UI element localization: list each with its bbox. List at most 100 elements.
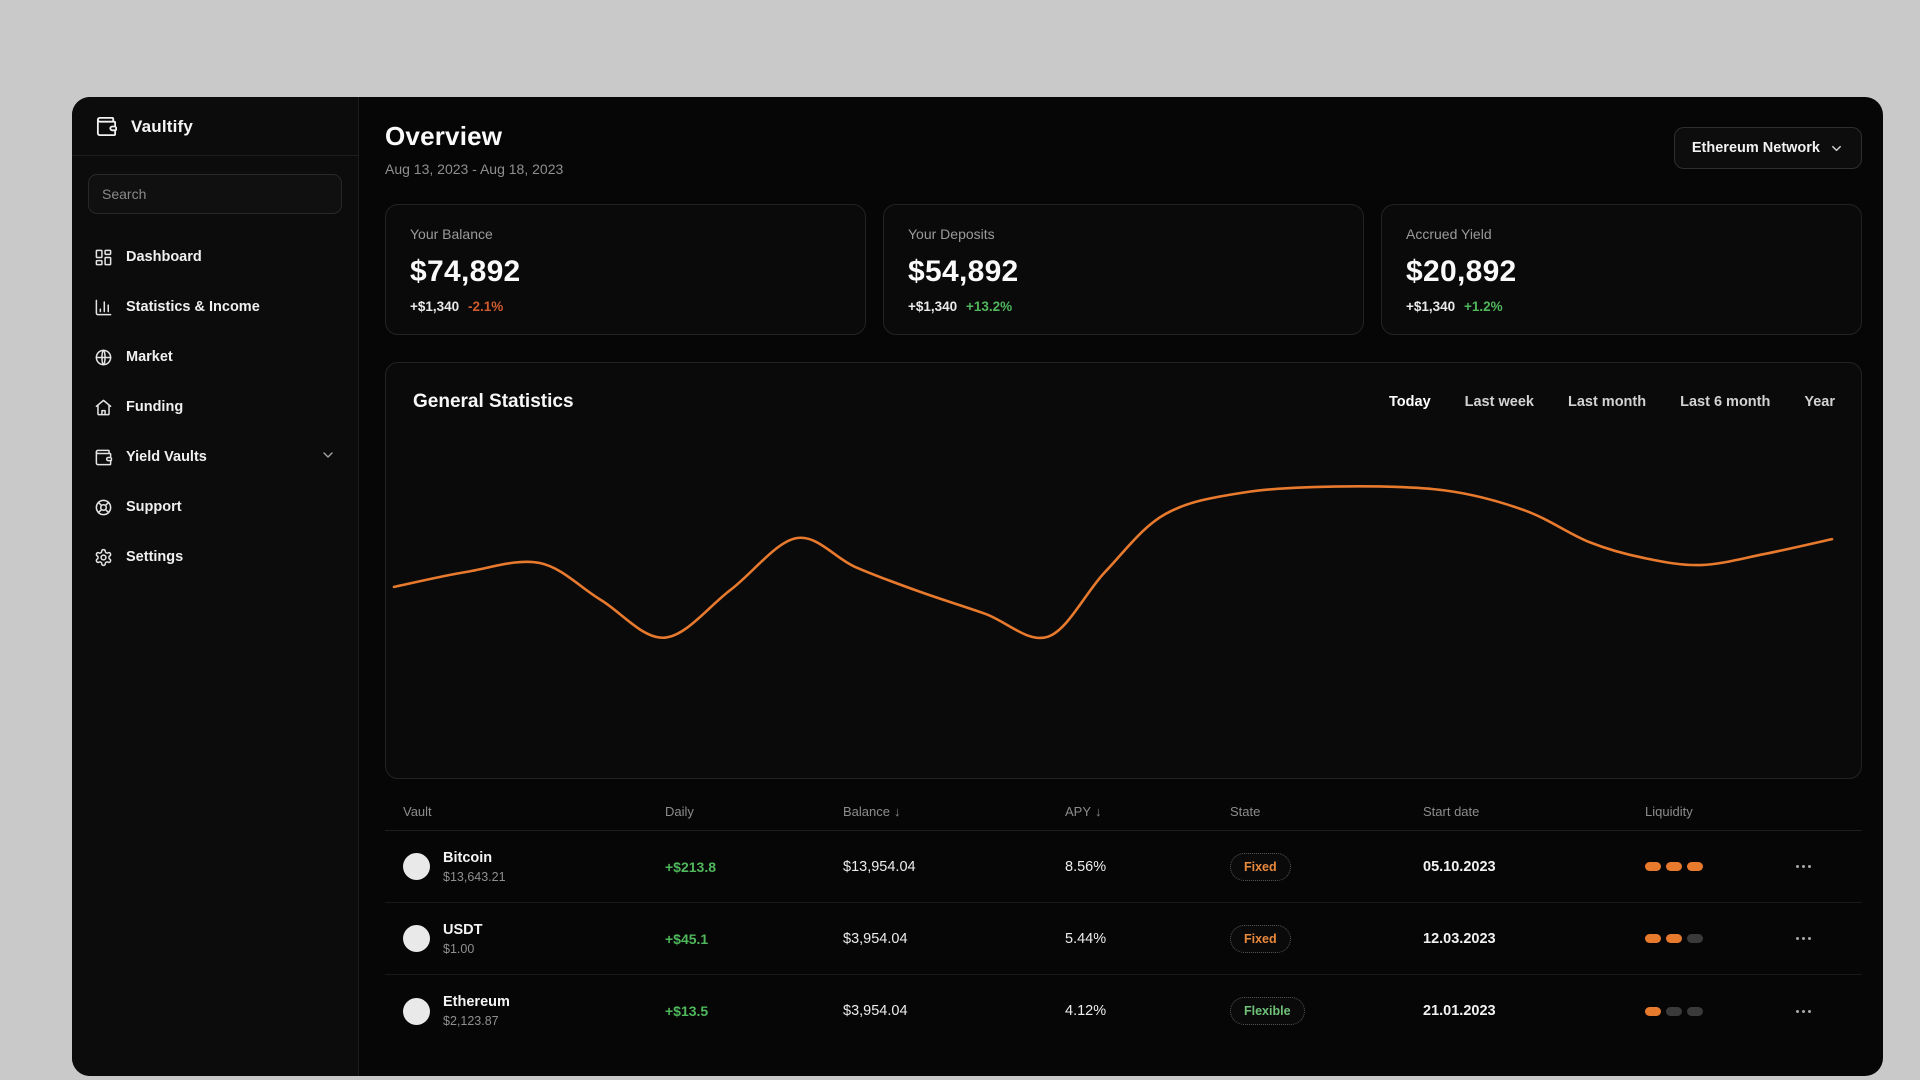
stat-card-value: $74,892 [410,255,521,288]
state-badge: Flexible [1230,997,1305,1025]
vaults-table: Vault Daily Balance ↓ APY ↓ State Start da… [385,792,1862,1047]
chart-title: General Statistics [413,391,574,412]
balance-value: $13,954.04 [843,858,916,875]
line-chart [392,485,1834,640]
col-balance[interactable]: Balance ↓ [843,804,1065,819]
apy-value: 4.12% [1065,1003,1107,1019]
start-date: 21.01.2023 [1423,1003,1496,1019]
stat-card-label: Your Deposits [908,226,995,242]
col-apy[interactable]: APY ↓ [1065,804,1230,819]
change-percent: +1.2% [1463,299,1503,314]
sidebar-item-support[interactable]: Support [72,482,358,532]
home-icon [95,399,112,415]
table-row-usdt[interactable]: USDT $1.00 +$45.1 $3,954.04 5.44% Fixed … [385,903,1862,975]
daily-change: +$213.8 [665,858,716,875]
search-box [88,174,342,214]
sidebar-item-label: Funding [126,399,184,415]
chevron-down-icon [1832,145,1841,151]
balance-value: $3,954.04 [843,930,908,947]
sidebar-item-funding[interactable]: Funding [72,382,358,432]
filter-today[interactable]: Today [1389,394,1431,410]
sidebar-nav: Dashboard Statistics & Income Market Fun… [72,232,358,582]
state-badge: Fixed [1230,924,1291,953]
app-logo: Vaultify [72,97,358,155]
coin-name: USDT [443,921,483,938]
sidebar-item-label: Statistics & Income [126,299,260,315]
apy-value: 8.56% [1065,858,1107,875]
liquidity-indicator [1645,934,1790,943]
sort-desc-icon: ↓ [1095,803,1102,819]
stat-card-label: Your Balance [410,226,493,242]
row-menu-button[interactable] [1790,1004,1816,1019]
stat-card-value: $54,892 [908,255,1019,288]
filter-last-month[interactable]: Last month [1568,394,1646,410]
sidebar-item-statistics-income[interactable]: Statistics & Income [72,282,358,332]
daily-change: +$13.5 [665,1003,709,1019]
coin-price: $2,123.87 [443,1014,499,1028]
filter-year[interactable]: Year [1804,394,1835,410]
filter-last-6-month[interactable]: Last 6 month [1680,394,1770,410]
balance-curve [392,485,1834,640]
network-selector-button[interactable]: Ethereum Network [1673,127,1862,169]
change-amount: +$1,340 [908,299,958,314]
dashboard-grid-icon [95,249,112,265]
search-input[interactable] [89,186,341,202]
bar-chart-icon [95,299,112,315]
sort-desc-icon: ↓ [893,803,901,819]
coin-name: Ethereum [443,994,510,1010]
col-liquidity: Liquidity [1645,803,1693,819]
table-row-bitcoin[interactable]: Bitcoin $13,643.21 +$213.8 $13,954.04 8.… [385,831,1862,903]
network-selector-label: Ethereum Network [1691,140,1820,156]
row-menu-button[interactable] [1790,859,1816,874]
sidebar: Vaultify Dashboard Statistics & Income [72,97,359,1076]
chart-time-filters: Today Last week Last month Last 6 month … [1389,394,1835,410]
date-range: Aug 13, 2023 - Aug 18, 2023 [385,161,564,177]
col-daily: Daily [665,803,694,819]
start-date: 12.03.2023 [1423,930,1496,947]
gear-icon [95,548,112,566]
page-title: Overview [385,121,503,151]
state-badge: Fixed [1230,852,1291,881]
coin-avatar [403,853,430,880]
sidebar-item-yield-vaults[interactable]: Yield Vaults [72,432,358,482]
start-date: 05.10.2023 [1423,858,1496,875]
table-row-ethereum[interactable]: Ethereum $2,123.87 +$13.5 $3,954.04 4.12… [385,975,1862,1047]
stat-card-deposits: Your Deposits $54,892 +$1,340 +13.2% [883,204,1364,335]
app-window: Vaultify Dashboard Statistics & Income [72,97,1883,1076]
wallet-logo-icon [96,116,117,137]
sidebar-item-settings[interactable]: Settings [72,532,358,582]
coin-price: $13,643.21 [443,869,506,884]
coin-price: $1.00 [443,941,475,956]
sidebar-item-label: Support [126,499,182,515]
col-vault: Vault [403,803,432,819]
sidebar-item-market[interactable]: Market [72,332,358,382]
stat-card-label: Accrued Yield [1406,226,1492,242]
stat-card-balance: Your Balance $74,892 +$1,340 -2.1% [385,204,866,335]
globe-icon [95,349,112,365]
coin-avatar [403,997,430,1025]
wallet-icon [95,449,113,465]
stat-card-value: $20,892 [1406,255,1517,288]
general-statistics-panel: General Statistics Today Last week Last … [385,362,1862,779]
main-content: Overview Aug 13, 2023 - Aug 18, 2023 Eth… [359,97,1883,1076]
liquidity-indicator [1645,862,1790,871]
row-menu-button[interactable] [1790,931,1816,946]
change-amount: +$1,340 [1406,299,1456,314]
sidebar-item-label: Yield Vaults [126,449,207,465]
sidebar-divider [72,155,358,156]
coin-name: Bitcoin [443,849,493,866]
sidebar-item-dashboard[interactable]: Dashboard [72,232,358,282]
stat-cards: Your Balance $74,892 +$1,340 -2.1% Your … [385,204,1862,335]
lifebuoy-icon [95,499,112,515]
liquidity-indicator [1645,1006,1790,1016]
filter-last-week[interactable]: Last week [1465,394,1534,410]
sidebar-item-label: Dashboard [126,249,202,265]
table-header-row: Vault Daily Balance ↓ APY ↓ State Start da… [385,792,1862,831]
col-start-date: Start date [1423,803,1480,819]
sidebar-item-label: Market [126,349,173,365]
chevron-down-icon[interactable] [320,447,336,468]
change-percent: -2.1% [467,299,504,314]
stat-card-accrued-yield: Accrued Yield $20,892 +$1,340 +1.2% [1381,204,1862,335]
col-state: State [1230,803,1261,819]
sidebar-item-label: Settings [126,549,184,565]
